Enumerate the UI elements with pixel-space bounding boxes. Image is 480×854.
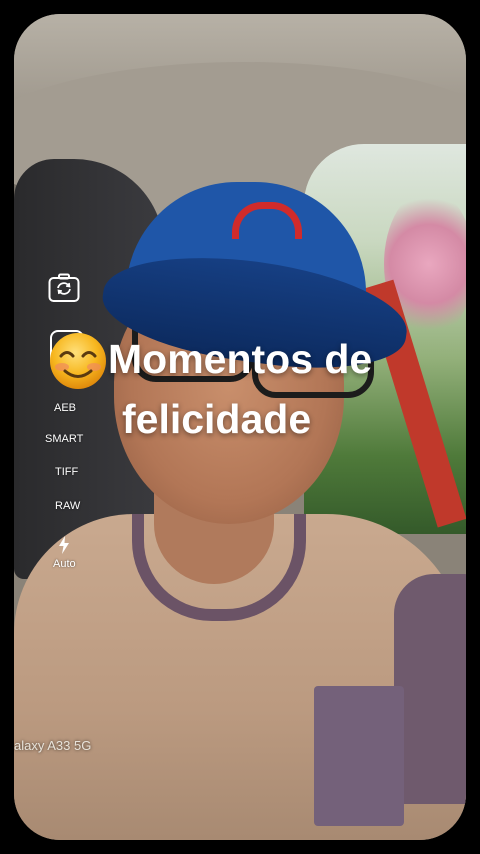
camera-switch-icon[interactable] [48, 273, 80, 303]
mode-smart[interactable]: SMART [45, 433, 83, 445]
mode-aeb[interactable]: AEB [54, 402, 76, 414]
mode-selector-icon[interactable] [50, 330, 84, 368]
lightning-icon[interactable] [58, 536, 70, 557]
camera-preview [14, 14, 466, 840]
baseball-cap [96, 182, 414, 383]
flash-auto-label[interactable]: Auto [53, 558, 76, 570]
cap-brim [96, 241, 414, 383]
mode-raw[interactable]: RAW [55, 500, 80, 512]
shirt-pocket [314, 686, 404, 826]
mode-tiff[interactable]: TIFF [55, 466, 78, 478]
shirt-sleeve [394, 574, 466, 804]
